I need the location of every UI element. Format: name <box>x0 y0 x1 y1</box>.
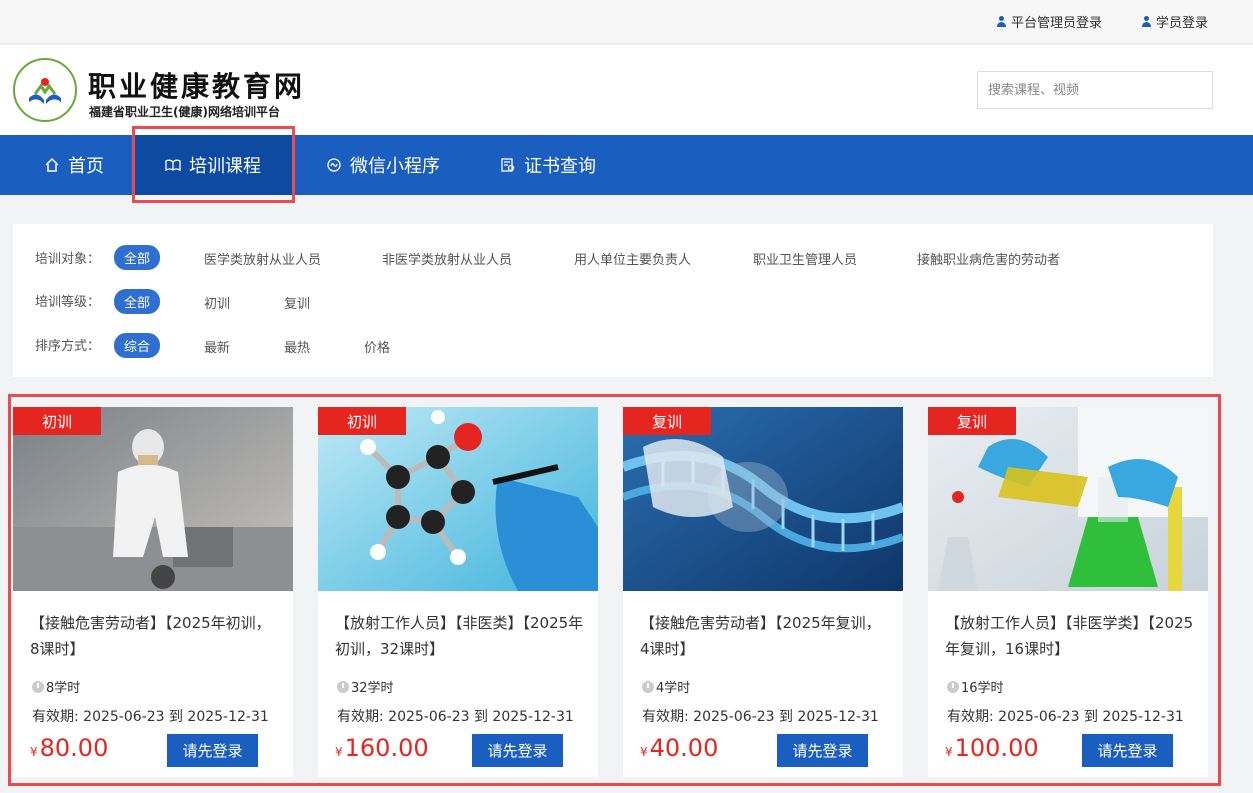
sort-comprehensive[interactable]: 综合 <box>114 333 161 358</box>
site-logo[interactable] <box>13 58 77 122</box>
course-image[interactable]: 初训 <box>318 407 598 591</box>
filter-target-option[interactable]: 职业卫生管理人员 <box>753 249 857 268</box>
course-hours: 16学时 <box>947 677 1004 696</box>
nav-courses[interactable]: 培训课程 <box>135 135 292 195</box>
sort-hottest[interactable]: 最热 <box>284 337 310 356</box>
filter-target-label: 培训对象： <box>35 252 101 267</box>
course-title[interactable]: 【接触危害劳动者】【2025年初训，8课时】 <box>30 610 280 662</box>
nav-miniprogram[interactable]: 微信小程序 <box>326 135 440 195</box>
course-validity: 有效期: 2025-06-23 到 2025-12-31 <box>32 709 269 725</box>
currency-symbol: ¥ <box>640 745 648 759</box>
training-level-badge: 复训 <box>623 407 711 435</box>
course-validity: 有效期: 2025-06-23 到 2025-12-31 <box>947 709 1184 725</box>
price-amount: 80.00 <box>39 734 109 762</box>
course-title[interactable]: 【放射工作人员】【非医学类】【2025年复训，16课时】 <box>945 610 1195 662</box>
course-card[interactable]: 初训 【接触危害劳动者】【2025年初训，8课时】 8学时 有效期: 2025-… <box>13 407 293 777</box>
student-login-label: 学员登录 <box>1156 16 1209 31</box>
currency-symbol: ¥ <box>335 745 343 759</box>
course-hours-text: 4学时 <box>656 681 691 696</box>
nav-certificate[interactable]: 证书查询 <box>500 135 596 195</box>
sort-newest[interactable]: 最新 <box>204 337 230 356</box>
top-bar: 平台管理员登录 学员登录 <box>0 0 1253 44</box>
admin-login-link[interactable]: 平台管理员登录 <box>996 12 1102 31</box>
nav-home-label: 首页 <box>68 156 104 177</box>
course-hours-text: 32学时 <box>351 681 394 696</box>
filter-level-all[interactable]: 全部 <box>114 289 161 314</box>
clock-icon <box>337 680 349 693</box>
course-title[interactable]: 【接触危害劳动者】【2025年复训，4课时】 <box>640 610 890 662</box>
course-validity: 有效期: 2025-06-23 到 2025-12-31 <box>642 709 879 725</box>
admin-login-label: 平台管理员登录 <box>1011 16 1103 31</box>
course-price: ¥80.00 <box>30 734 108 762</box>
filter-target-option[interactable]: 非医学类放射从业人员 <box>382 249 512 268</box>
currency-symbol: ¥ <box>30 745 38 759</box>
price-amount: 100.00 <box>954 734 1039 762</box>
course-hours-text: 8学时 <box>46 681 81 696</box>
filter-target-option[interactable]: 用人单位主要负责人 <box>574 249 691 268</box>
price-amount: 40.00 <box>649 734 719 762</box>
main-nav: 首页 培训课程 微信小程序 证书查询 <box>0 135 1253 195</box>
login-first-button[interactable]: 请先登录 <box>777 734 868 767</box>
filter-target-option[interactable]: 接触职业病危害的劳动者 <box>917 249 1060 268</box>
login-first-button[interactable]: 请先登录 <box>1082 734 1173 767</box>
filter-panel: 培训对象： 全部 医学类放射从业人员 非医学类放射从业人员 用人单位主要负责人 … <box>13 224 1213 377</box>
header: 职业健康教育网 福建省职业卫生(健康)网络培训平台 <box>0 45 1253 135</box>
course-price: ¥160.00 <box>335 734 429 762</box>
user-icon <box>996 15 1007 28</box>
course-hours-text: 16学时 <box>961 681 1004 696</box>
course-card[interactable]: 复训 【接触危害劳动者】【2025年复训，4课时】 4学时 有效期: 2025-… <box>623 407 903 777</box>
certificate-search-icon <box>501 158 515 172</box>
search-input[interactable] <box>977 71 1213 109</box>
user-icon <box>1141 15 1152 28</box>
course-price: ¥40.00 <box>640 734 718 762</box>
login-first-button[interactable]: 请先登录 <box>167 734 258 767</box>
login-first-button[interactable]: 请先登录 <box>472 734 563 767</box>
course-hours: 4学时 <box>642 677 690 696</box>
sort-price[interactable]: 价格 <box>364 337 390 356</box>
nav-miniprogram-label: 微信小程序 <box>350 156 440 177</box>
filter-level-label: 培训等级： <box>35 295 101 310</box>
nav-certificate-label: 证书查询 <box>524 156 596 177</box>
site-title: 职业健康教育网 <box>88 70 306 103</box>
filter-level-option[interactable]: 初训 <box>204 293 230 312</box>
site-subtitle: 福建省职业卫生(健康)网络培训平台 <box>89 105 280 119</box>
price-amount: 160.00 <box>344 734 429 762</box>
course-card[interactable]: 初训 【放射工作人员】【非医类】【2025年初训，32课时】 32学时 有效期:… <box>318 407 598 777</box>
clock-icon <box>947 680 959 693</box>
course-hours: 8学时 <box>32 677 80 696</box>
clock-icon <box>32 680 44 693</box>
course-price: ¥100.00 <box>945 734 1039 762</box>
clock-icon <box>642 680 654 693</box>
open-book-icon <box>165 159 181 172</box>
training-level-badge: 初训 <box>318 407 406 435</box>
filter-target-all[interactable]: 全部 <box>114 245 161 270</box>
course-image[interactable]: 初训 <box>13 407 293 591</box>
filter-target-option[interactable]: 医学类放射从业人员 <box>204 249 321 268</box>
course-title[interactable]: 【放射工作人员】【非医类】【2025年初训，32课时】 <box>335 610 585 662</box>
course-hours: 32学时 <box>337 677 394 696</box>
course-card[interactable]: 复训 【放射工作人员】【非医学类】【2025年复训，16课时】 16学时 有效期… <box>928 407 1208 777</box>
book-logo-icon <box>29 78 61 104</box>
training-level-badge: 初训 <box>13 407 101 435</box>
home-icon <box>45 157 59 172</box>
nav-courses-label: 培训课程 <box>189 156 261 177</box>
miniprogram-icon <box>327 158 341 172</box>
filter-level-option[interactable]: 复训 <box>284 293 310 312</box>
student-login-link[interactable]: 学员登录 <box>1141 12 1208 31</box>
training-level-badge: 复训 <box>928 407 1016 435</box>
currency-symbol: ¥ <box>945 745 953 759</box>
course-image[interactable]: 复训 <box>623 407 903 591</box>
filter-sort-label: 排序方式： <box>35 339 101 354</box>
course-validity: 有效期: 2025-06-23 到 2025-12-31 <box>337 709 574 725</box>
nav-home[interactable]: 首页 <box>44 135 104 195</box>
course-image[interactable]: 复训 <box>928 407 1208 591</box>
